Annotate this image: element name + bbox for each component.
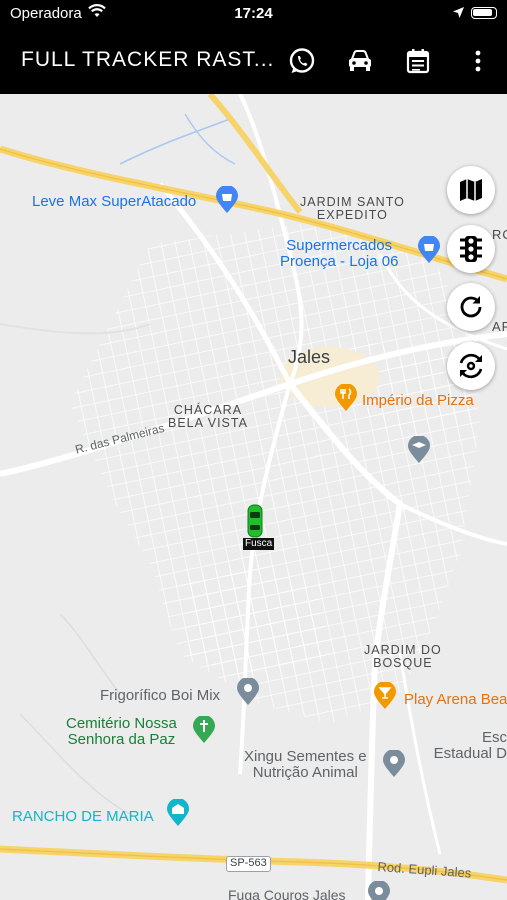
- vehicle-marker[interactable]: Fusca: [238, 504, 278, 552]
- vehicle-label: Fusca: [243, 538, 275, 550]
- place-line-1: Esc: [481, 729, 507, 746]
- refresh-icon: [460, 296, 482, 318]
- refresh-button[interactable]: [447, 283, 495, 331]
- place-pin-icon[interactable]: [236, 677, 260, 711]
- drink-pin-icon[interactable]: [373, 681, 397, 715]
- battery-icon: [471, 7, 497, 19]
- place-supermercados-proenca[interactable]: Supermercados Proença - Loja 06: [280, 238, 398, 270]
- place-pin-icon[interactable]: [382, 749, 406, 783]
- shopping-pin-icon[interactable]: [215, 185, 239, 219]
- place-pin-icon[interactable]: [367, 880, 391, 900]
- map-type-button[interactable]: [447, 166, 495, 214]
- map-view[interactable]: Leve Max SuperAtacado JARDIM SANTO EXPED…: [0, 94, 507, 900]
- district-partial-ro: RO: [492, 227, 507, 242]
- auto-refresh-icon: [459, 353, 483, 379]
- whatsapp-icon: [289, 48, 315, 73]
- car-icon: [349, 50, 371, 71]
- place-leve-max[interactable]: Leve Max SuperAtacado: [32, 194, 196, 210]
- district-jardim-do-bosque: JARDIM DO BOSQUE: [364, 643, 442, 671]
- location-arrow-icon: [452, 6, 465, 23]
- city-jales: Jales: [288, 347, 331, 367]
- place-line-1: Supermercados: [286, 237, 393, 254]
- status-bar: Operadora 17:24: [0, 0, 507, 28]
- place-frigorifico-boi-mix[interactable]: Frigorífico Boi Mix: [100, 688, 220, 704]
- shopping-pin-icon[interactable]: [417, 235, 441, 269]
- place-cemiterio[interactable]: Cemitério Nossa Senhora da Paz: [66, 716, 177, 748]
- vehicles-button[interactable]: [343, 44, 377, 78]
- traffic-light-icon: [460, 236, 482, 262]
- district-chacara-bela-vista: CHÁCARA BELA VISTA: [168, 403, 248, 431]
- app-bar: FULL TRACKER RAST...: [0, 28, 507, 94]
- traffic-button[interactable]: [447, 225, 495, 273]
- place-escola-estadual[interactable]: Esc Estadual D: [429, 730, 507, 762]
- cemetery-pin-icon[interactable]: [192, 715, 216, 749]
- place-imperio-da-pizza[interactable]: Império da Pizza: [362, 393, 474, 409]
- auto-refresh-button[interactable]: [447, 342, 495, 390]
- whatsapp-button[interactable]: [285, 44, 319, 78]
- more-menu-button[interactable]: [461, 44, 495, 78]
- place-line-1: Xingu Sementes e: [244, 748, 367, 765]
- district-line-2: EXPEDITO: [316, 208, 388, 223]
- district-jardim-santo-expedito: JARDIM SANTO EXPEDITO: [300, 195, 405, 223]
- clock: 17:24: [234, 5, 273, 22]
- app-title: FULL TRACKER RAST...: [21, 48, 275, 71]
- district-line-2: BOSQUE: [373, 656, 433, 671]
- school-pin-icon[interactable]: [407, 435, 431, 469]
- map-type-icon: [460, 179, 482, 201]
- calendar-button[interactable]: [401, 44, 435, 78]
- place-line-2: Nutrição Animal: [252, 763, 358, 781]
- place-rancho-de-maria[interactable]: RANCHO DE MARIA: [12, 809, 154, 825]
- restaurant-pin-icon[interactable]: [334, 383, 358, 417]
- car-marker-icon: [247, 504, 263, 538]
- district-partial-ar: AR: [492, 319, 507, 334]
- more-vert-icon: [475, 50, 481, 72]
- place-line-1: Cemitério Nossa: [66, 715, 177, 732]
- district-line-2: BELA VISTA: [168, 416, 248, 431]
- place-line-2: Proença - Loja 06: [280, 252, 399, 270]
- place-line-2: Senhora da Paz: [67, 730, 176, 748]
- calendar-icon: [406, 49, 430, 74]
- highway-shield-sp563: SP-563: [226, 856, 271, 872]
- place-xingu-sementes[interactable]: Xingu Sementes e Nutrição Animal: [244, 749, 367, 781]
- lodging-pin-icon[interactable]: [166, 798, 190, 832]
- place-fuga-couros[interactable]: Fuga Couros Jales: [228, 888, 346, 900]
- place-play-arena[interactable]: Play Arena Bea: [404, 692, 507, 708]
- place-line-2: Estadual D: [433, 744, 507, 762]
